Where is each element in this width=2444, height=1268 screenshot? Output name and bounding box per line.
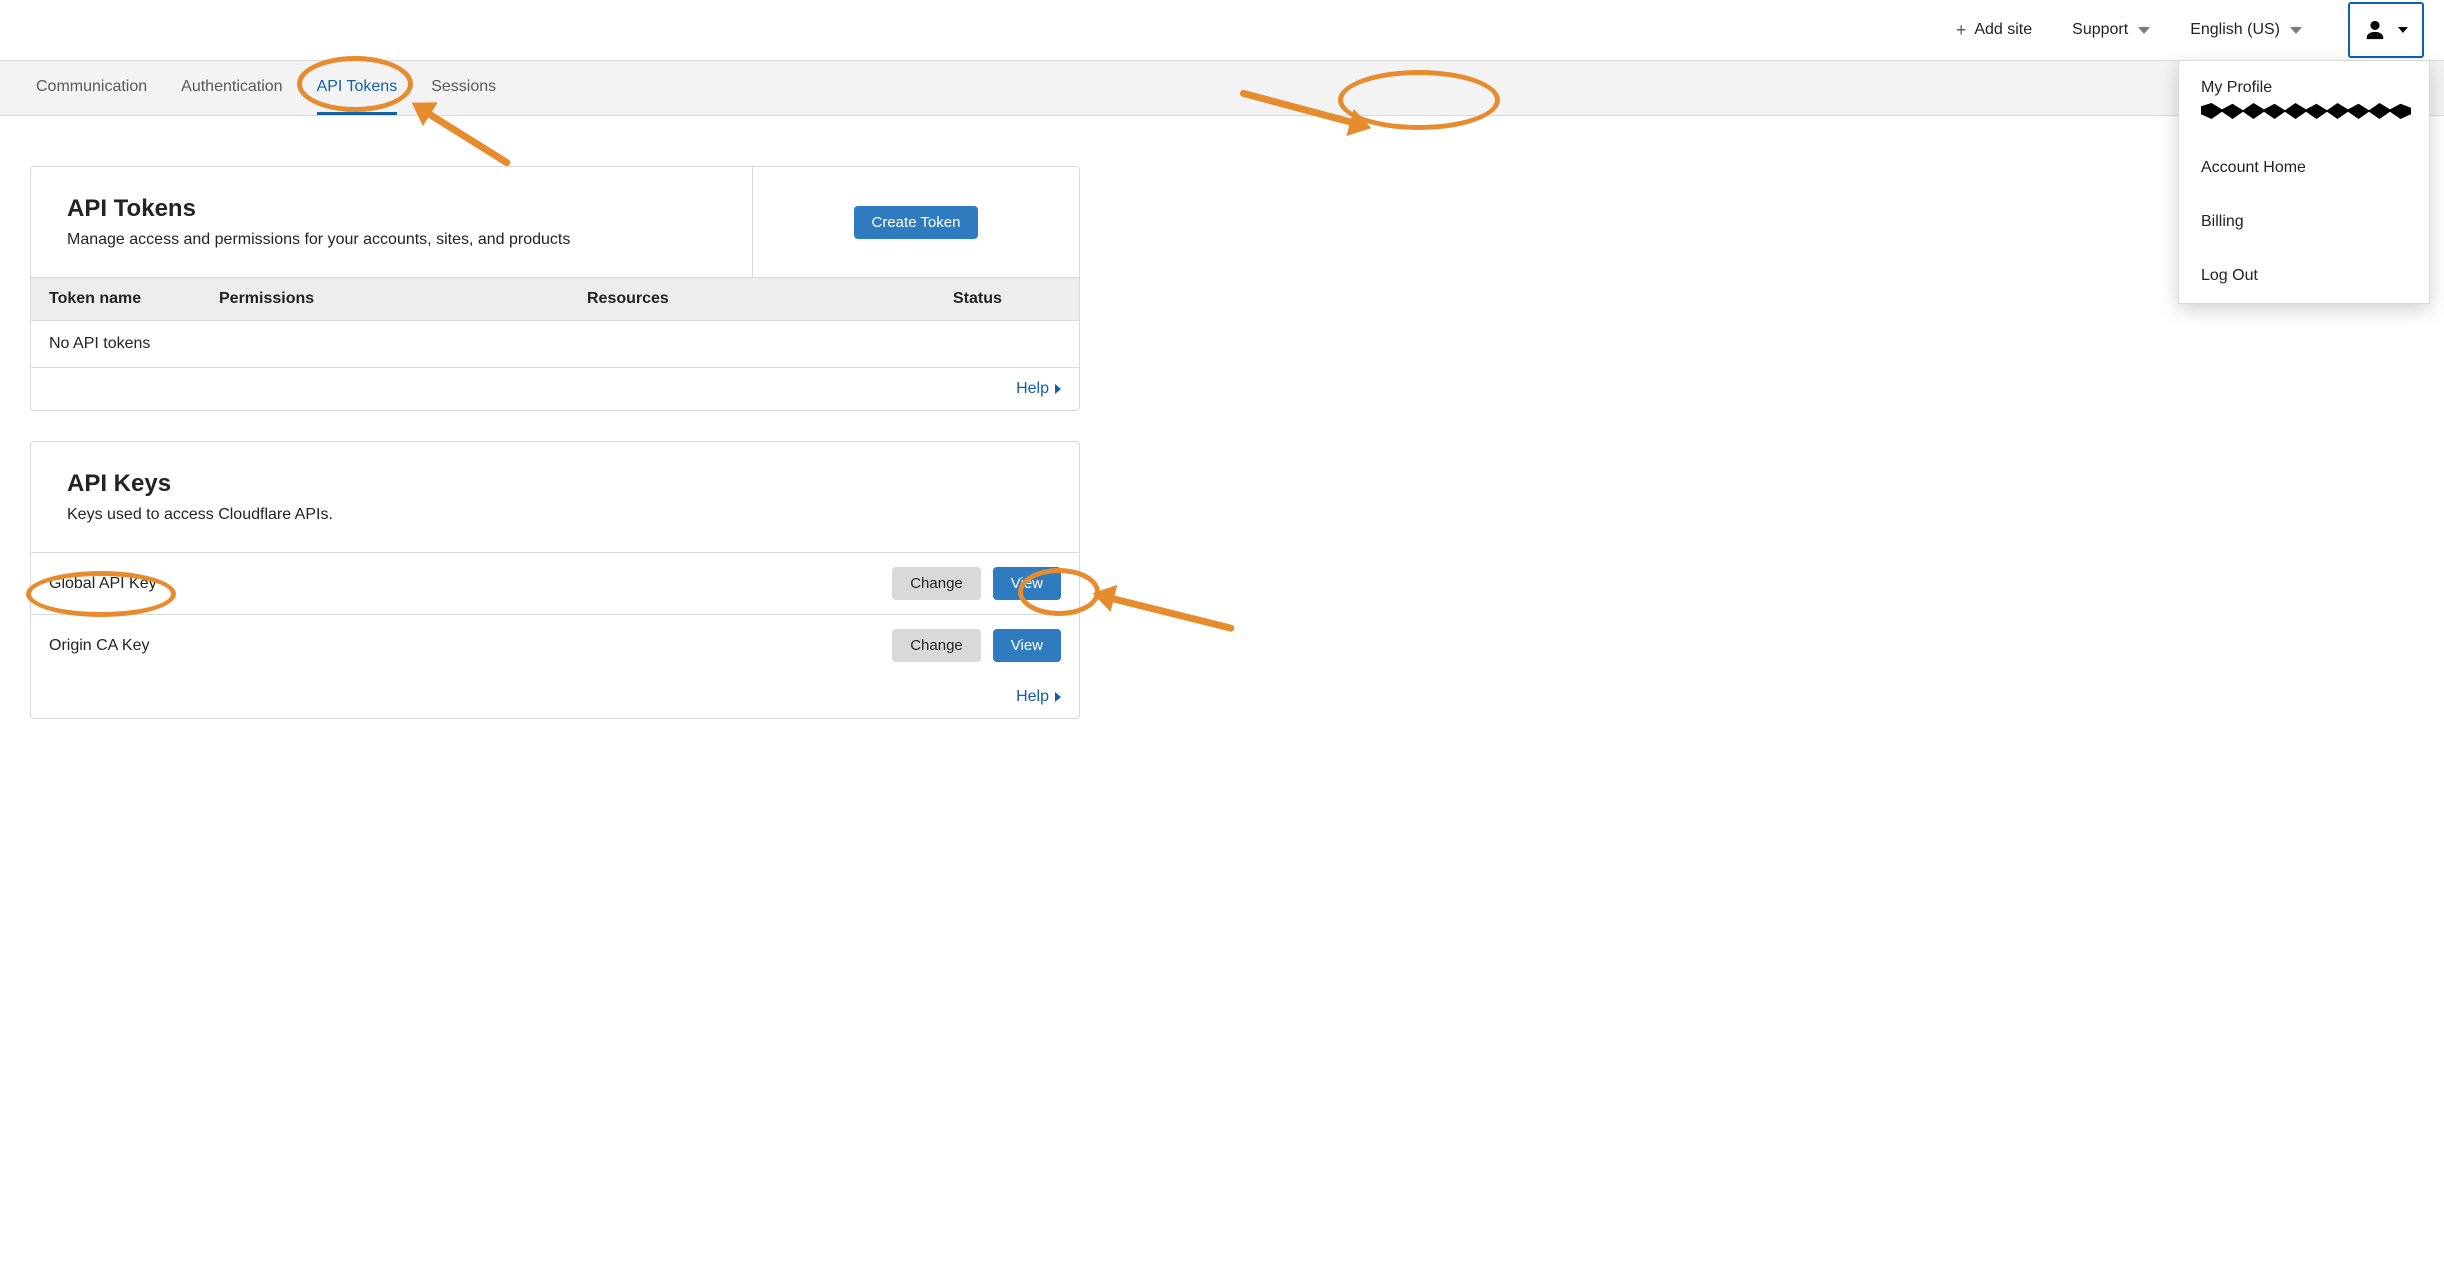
menu-item-billing[interactable]: Billing [2179,195,2429,249]
col-resources: Resources [587,290,953,308]
tab-sessions[interactable]: Sessions [431,61,496,115]
key-name-global: Global API Key [49,575,157,593]
change-button-global[interactable]: Change [892,567,981,600]
api-tokens-header-actions: Create Token [753,167,1079,277]
language-dropdown[interactable]: English (US) [2190,21,2302,39]
view-button-origin[interactable]: View [993,629,1061,662]
api-keys-card: API Keys Keys used to access Cloudflare … [30,441,1080,719]
api-tokens-header: API Tokens Manage access and permissions… [31,167,1079,277]
key-actions-global: Change View [892,567,1061,600]
tab-api-tokens[interactable]: API Tokens [317,61,398,115]
key-row-global: Global API Key Change View [31,552,1079,614]
key-name-origin: Origin CA Key [49,637,149,655]
api-keys-subtitle: Keys used to access Cloudflare APIs. [67,506,1043,524]
page-content: API Tokens Manage access and permissions… [0,116,1110,769]
caret-down-icon [2138,27,2150,34]
create-token-button[interactable]: Create Token [854,206,979,239]
plus-icon: + [1956,21,1967,39]
col-permissions: Permissions [219,290,587,308]
key-actions-origin: Change View [892,629,1061,662]
add-site-label: Add site [1974,21,2032,39]
col-status: Status [953,290,1061,308]
user-menu: My Profile Account Home Billing Log Out [2178,60,2430,304]
keys-footer: Help [31,676,1079,718]
menu-label-my-profile: My Profile [2201,79,2407,97]
redacted-email [2201,103,2411,119]
caret-right-icon [1055,692,1061,702]
api-keys-header: API Keys Keys used to access Cloudflare … [31,442,1079,552]
tab-nav: Communication Authentication API Tokens … [0,60,2444,116]
support-dropdown[interactable]: Support [2072,21,2150,39]
view-button-global[interactable]: View [993,567,1061,600]
api-tokens-card: API Tokens Manage access and permissions… [30,166,1080,411]
help-label: Help [1016,688,1049,706]
add-site-button[interactable]: + Add site [1956,21,2032,39]
caret-down-icon [2398,27,2408,33]
language-label: English (US) [2190,21,2280,39]
help-label: Help [1016,380,1049,398]
tokens-help-link[interactable]: Help [1016,380,1061,398]
caret-right-icon [1055,384,1061,394]
tokens-table-header: Token name Permissions Resources Status [31,277,1079,321]
top-bar: + Add site Support English (US) [0,0,2444,60]
menu-item-log-out[interactable]: Log Out [2179,249,2429,303]
support-label: Support [2072,21,2128,39]
api-keys-title: API Keys [67,470,1043,498]
user-icon [2364,19,2386,41]
tokens-empty-row: No API tokens [31,321,1079,368]
user-menu-toggle[interactable] [2348,2,2424,58]
keys-help-link[interactable]: Help [1016,688,1061,706]
menu-item-account-home[interactable]: Account Home [2179,141,2429,195]
col-token-name: Token name [49,290,219,308]
caret-down-icon [2290,27,2302,34]
change-button-origin[interactable]: Change [892,629,981,662]
tab-authentication[interactable]: Authentication [181,61,282,115]
annotation-arrow [1107,594,1235,632]
tab-communication[interactable]: Communication [36,61,147,115]
api-keys-header-text: API Keys Keys used to access Cloudflare … [31,442,1079,552]
menu-item-my-profile[interactable]: My Profile [2179,61,2429,141]
api-tokens-title: API Tokens [67,195,716,223]
key-row-origin: Origin CA Key Change View [31,614,1079,676]
api-tokens-header-text: API Tokens Manage access and permissions… [31,167,753,277]
tokens-footer: Help [31,368,1079,410]
api-tokens-subtitle: Manage access and permissions for your a… [67,231,716,249]
